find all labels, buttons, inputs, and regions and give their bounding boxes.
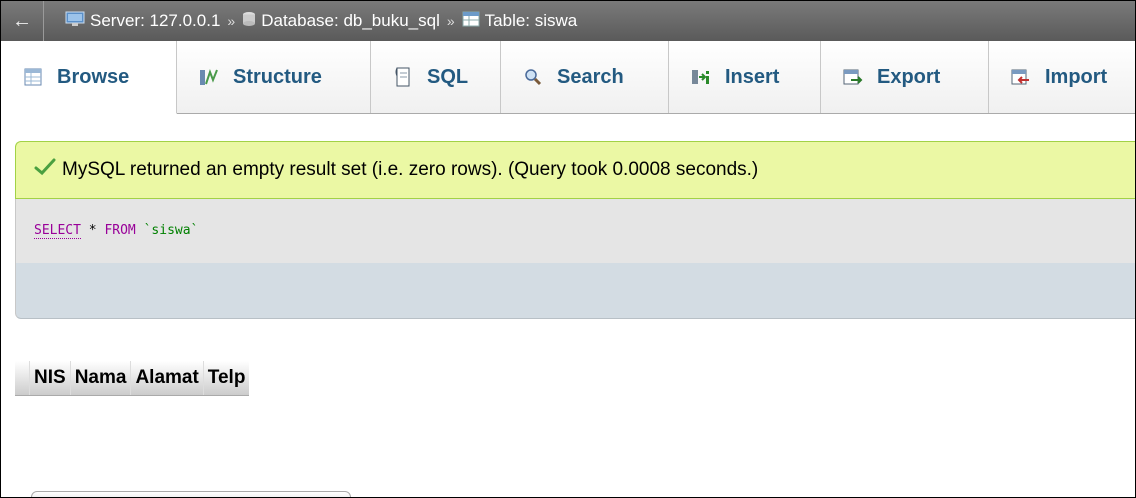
- breadcrumb-server[interactable]: Server: 127.0.0.1: [90, 11, 220, 31]
- tab-insert-label: Insert: [725, 65, 780, 88]
- tab-sql-label: SQL: [427, 65, 469, 88]
- column-header-nis[interactable]: NIS: [29, 361, 70, 395]
- browse-icon: [23, 67, 43, 87]
- sql-icon: [393, 67, 413, 87]
- tab-browse-label: Browse: [57, 65, 130, 88]
- insert-icon: [691, 67, 711, 87]
- tab-structure[interactable]: Structure: [177, 41, 371, 113]
- database-icon: [242, 11, 256, 32]
- sql-query[interactable]: SELECT * FROM `siswa`: [34, 223, 199, 239]
- breadcrumb-separator: »: [446, 13, 455, 29]
- row-select-column: [15, 361, 29, 395]
- breadcrumb-database[interactable]: Database: db_buku_sql: [261, 11, 440, 31]
- back-arrow-icon: ←: [12, 9, 32, 32]
- tab-bar: Browse Structure SQL Search Insert Expor…: [1, 41, 1135, 114]
- breadcrumb-bar: ← Server: 127.0.0.1 » Database: db_buku_…: [1, 1, 1135, 41]
- tab-import-label: Import: [1045, 65, 1108, 88]
- result-table-header: NIS Nama Alamat Telp: [15, 361, 250, 396]
- tab-structure-label: Structure: [233, 65, 322, 88]
- bottom-control[interactable]: [31, 491, 351, 497]
- structure-icon: [199, 67, 219, 87]
- sql-table-name: `siswa`: [143, 223, 199, 238]
- server-icon: [65, 11, 85, 32]
- sql-keyword-select[interactable]: SELECT: [34, 223, 81, 239]
- tab-import[interactable]: Import: [989, 41, 1135, 113]
- tab-export-label: Export: [877, 65, 941, 88]
- tab-sql[interactable]: SQL: [371, 41, 501, 113]
- column-header-alamat[interactable]: Alamat: [130, 361, 202, 395]
- tab-insert[interactable]: Insert: [669, 41, 821, 113]
- tab-export[interactable]: Export: [821, 41, 989, 113]
- sql-keyword-from: FROM: [104, 223, 136, 238]
- column-header-telp[interactable]: Telp: [202, 361, 250, 395]
- import-icon: [1011, 67, 1031, 87]
- tab-search-label: Search: [557, 65, 624, 88]
- phpmyadmin-window: ← Server: 127.0.0.1 » Database: db_buku_…: [0, 0, 1136, 498]
- breadcrumb: Server: 127.0.0.1 » Database: db_buku_sq…: [65, 1, 577, 41]
- tab-browse[interactable]: Browse: [1, 41, 177, 114]
- breadcrumb-table[interactable]: Table: siswa: [485, 11, 578, 31]
- search-icon: [523, 67, 543, 87]
- sql-query-toolbar: [15, 263, 1135, 319]
- sql-star: *: [88, 223, 97, 238]
- column-header-nama[interactable]: Nama: [69, 361, 131, 395]
- sql-query-box: SELECT * FROM `siswa`: [15, 199, 1135, 263]
- breadcrumb-separator: »: [227, 13, 236, 29]
- tab-search[interactable]: Search: [501, 41, 669, 113]
- success-message: MySQL returned an empty result set (i.e.…: [15, 141, 1135, 199]
- collapse-nav-button[interactable]: ←: [1, 1, 44, 41]
- table-icon: [462, 11, 480, 32]
- check-icon: [34, 158, 56, 182]
- export-icon: [843, 67, 863, 87]
- success-message-text: MySQL returned an empty result set (i.e.…: [62, 159, 759, 180]
